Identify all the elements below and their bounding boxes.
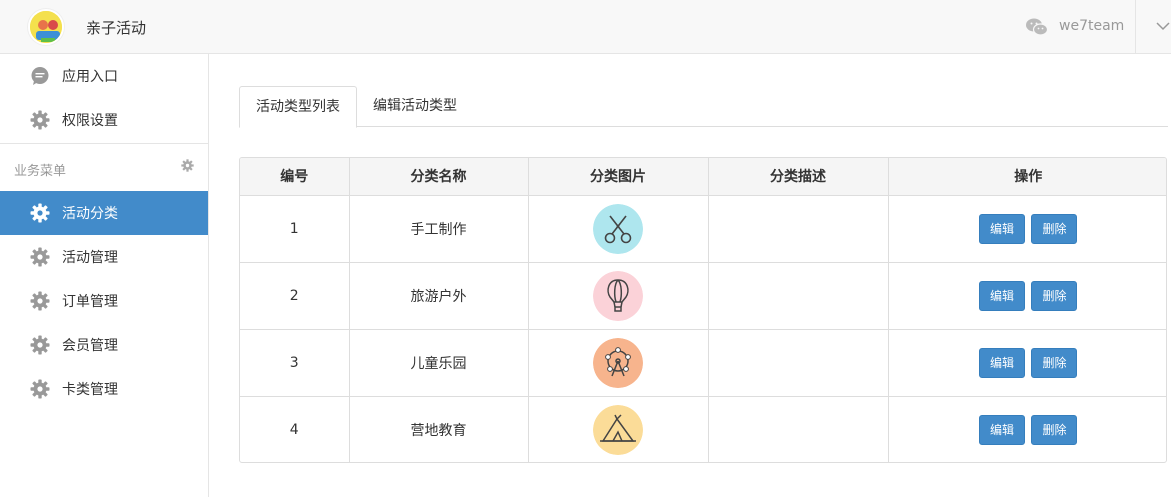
sidebar-item-member-management[interactable]: 会员管理 <box>0 323 208 367</box>
sidebar-item-label: 应用入口 <box>62 69 118 85</box>
header-divider <box>1135 0 1136 54</box>
edit-button[interactable]: 编辑 <box>979 280 1026 311</box>
chat-bubble-icon <box>31 67 49 85</box>
sidebar-section-title: 业务菜单 <box>14 164 67 179</box>
column-header-name: 分类名称 <box>349 158 529 196</box>
cell-actions: 编辑 删除 <box>888 262 1166 330</box>
sidebar-item-order-management[interactable]: 订单管理 <box>0 279 208 323</box>
delete-button[interactable]: 删除 <box>1031 213 1078 244</box>
cell-actions: 编辑 删除 <box>888 195 1166 263</box>
sidebar-item-label: 活动管理 <box>62 250 118 266</box>
delete-button[interactable]: 删除 <box>1031 280 1078 311</box>
app-title: 亲子活动 <box>86 19 147 37</box>
cell-actions: 编辑 删除 <box>888 396 1166 462</box>
cell-name: 手工制作 <box>349 195 529 263</box>
edit-button[interactable]: 编辑 <box>979 347 1026 378</box>
cell-description <box>708 195 889 263</box>
cell-name: 儿童乐园 <box>349 329 529 397</box>
chevron-down-icon[interactable] <box>1155 20 1171 32</box>
cell-description <box>708 396 889 462</box>
hot-air-balloon-icon <box>593 270 643 321</box>
sidebar-divider <box>0 143 208 144</box>
cell-id: 3 <box>240 329 350 397</box>
gear-icon <box>30 379 50 399</box>
table-header-row: 编号 分类名称 分类图片 分类描述 操作 <box>240 158 1166 196</box>
gear-icon <box>30 247 50 267</box>
ferris-wheel-icon <box>593 337 643 388</box>
sidebar-item-card-management[interactable]: 卡类管理 <box>0 367 208 411</box>
cell-description <box>708 262 889 330</box>
app-logo[interactable] <box>28 9 64 45</box>
tab-activity-type-list[interactable]: 活动类型列表 <box>239 86 357 128</box>
column-header-id: 编号 <box>240 158 350 196</box>
gear-icon <box>30 335 50 355</box>
cell-actions: 编辑 删除 <box>888 329 1166 397</box>
sidebar-item-label: 活动分类 <box>62 206 118 222</box>
cell-name: 旅游户外 <box>349 262 529 330</box>
cell-image <box>528 329 709 397</box>
cell-name: 营地教育 <box>349 396 529 462</box>
cell-image <box>528 262 709 330</box>
gear-icon <box>30 203 50 223</box>
sidebar-item-activity-category[interactable]: 活动分类 <box>0 191 208 235</box>
edit-button[interactable]: 编辑 <box>979 414 1026 445</box>
category-table: 编号 分类名称 分类图片 分类描述 操作 1 手工制作 编辑 删除 2 旅游户外… <box>239 157 1167 463</box>
tab-bar: 活动类型列表 编辑活动类型 <box>239 86 1168 128</box>
tent-icon <box>593 404 643 455</box>
sidebar: 应用入口 权限设置 业务菜单 活动分类 活动管理 订单管理 会员管理 卡类管理 <box>0 54 209 497</box>
sidebar-item-label: 卡类管理 <box>62 382 118 398</box>
sidebar-item-label: 权限设置 <box>62 113 118 129</box>
scissors-icon <box>593 203 643 254</box>
column-header-description: 分类描述 <box>708 158 889 196</box>
cell-id: 1 <box>240 195 350 263</box>
wechat-icon <box>1026 18 1048 36</box>
user-name[interactable]: we7team <box>1059 18 1124 34</box>
sidebar-item-label: 订单管理 <box>62 294 118 310</box>
column-header-image: 分类图片 <box>528 158 709 196</box>
tab-edit-activity-type[interactable]: 编辑活动类型 <box>357 86 473 127</box>
cell-description <box>708 329 889 397</box>
cell-id: 2 <box>240 262 350 330</box>
table-row: 4 营地教育 编辑 删除 <box>240 396 1166 462</box>
section-gear-icon[interactable] <box>181 159 194 172</box>
edit-button[interactable]: 编辑 <box>979 213 1026 244</box>
sidebar-item-permissions[interactable]: 权限设置 <box>0 98 208 142</box>
table-row: 1 手工制作 编辑 删除 <box>240 195 1166 263</box>
cell-image <box>528 396 709 462</box>
table-row: 2 旅游户外 编辑 删除 <box>240 262 1166 330</box>
column-header-actions: 操作 <box>888 158 1166 196</box>
cell-image <box>528 195 709 263</box>
top-header: 亲子活动 we7team <box>0 0 1171 54</box>
cell-id: 4 <box>240 396 350 462</box>
delete-button[interactable]: 删除 <box>1031 347 1078 378</box>
gear-icon <box>30 291 50 311</box>
table-row: 3 儿童乐园 编辑 删除 <box>240 329 1166 397</box>
sidebar-item-activity-management[interactable]: 活动管理 <box>0 235 208 279</box>
delete-button[interactable]: 删除 <box>1031 414 1078 445</box>
sidebar-item-app-entry[interactable]: 应用入口 <box>0 54 208 98</box>
sidebar-item-label: 会员管理 <box>62 338 118 354</box>
gear-icon <box>30 110 50 130</box>
